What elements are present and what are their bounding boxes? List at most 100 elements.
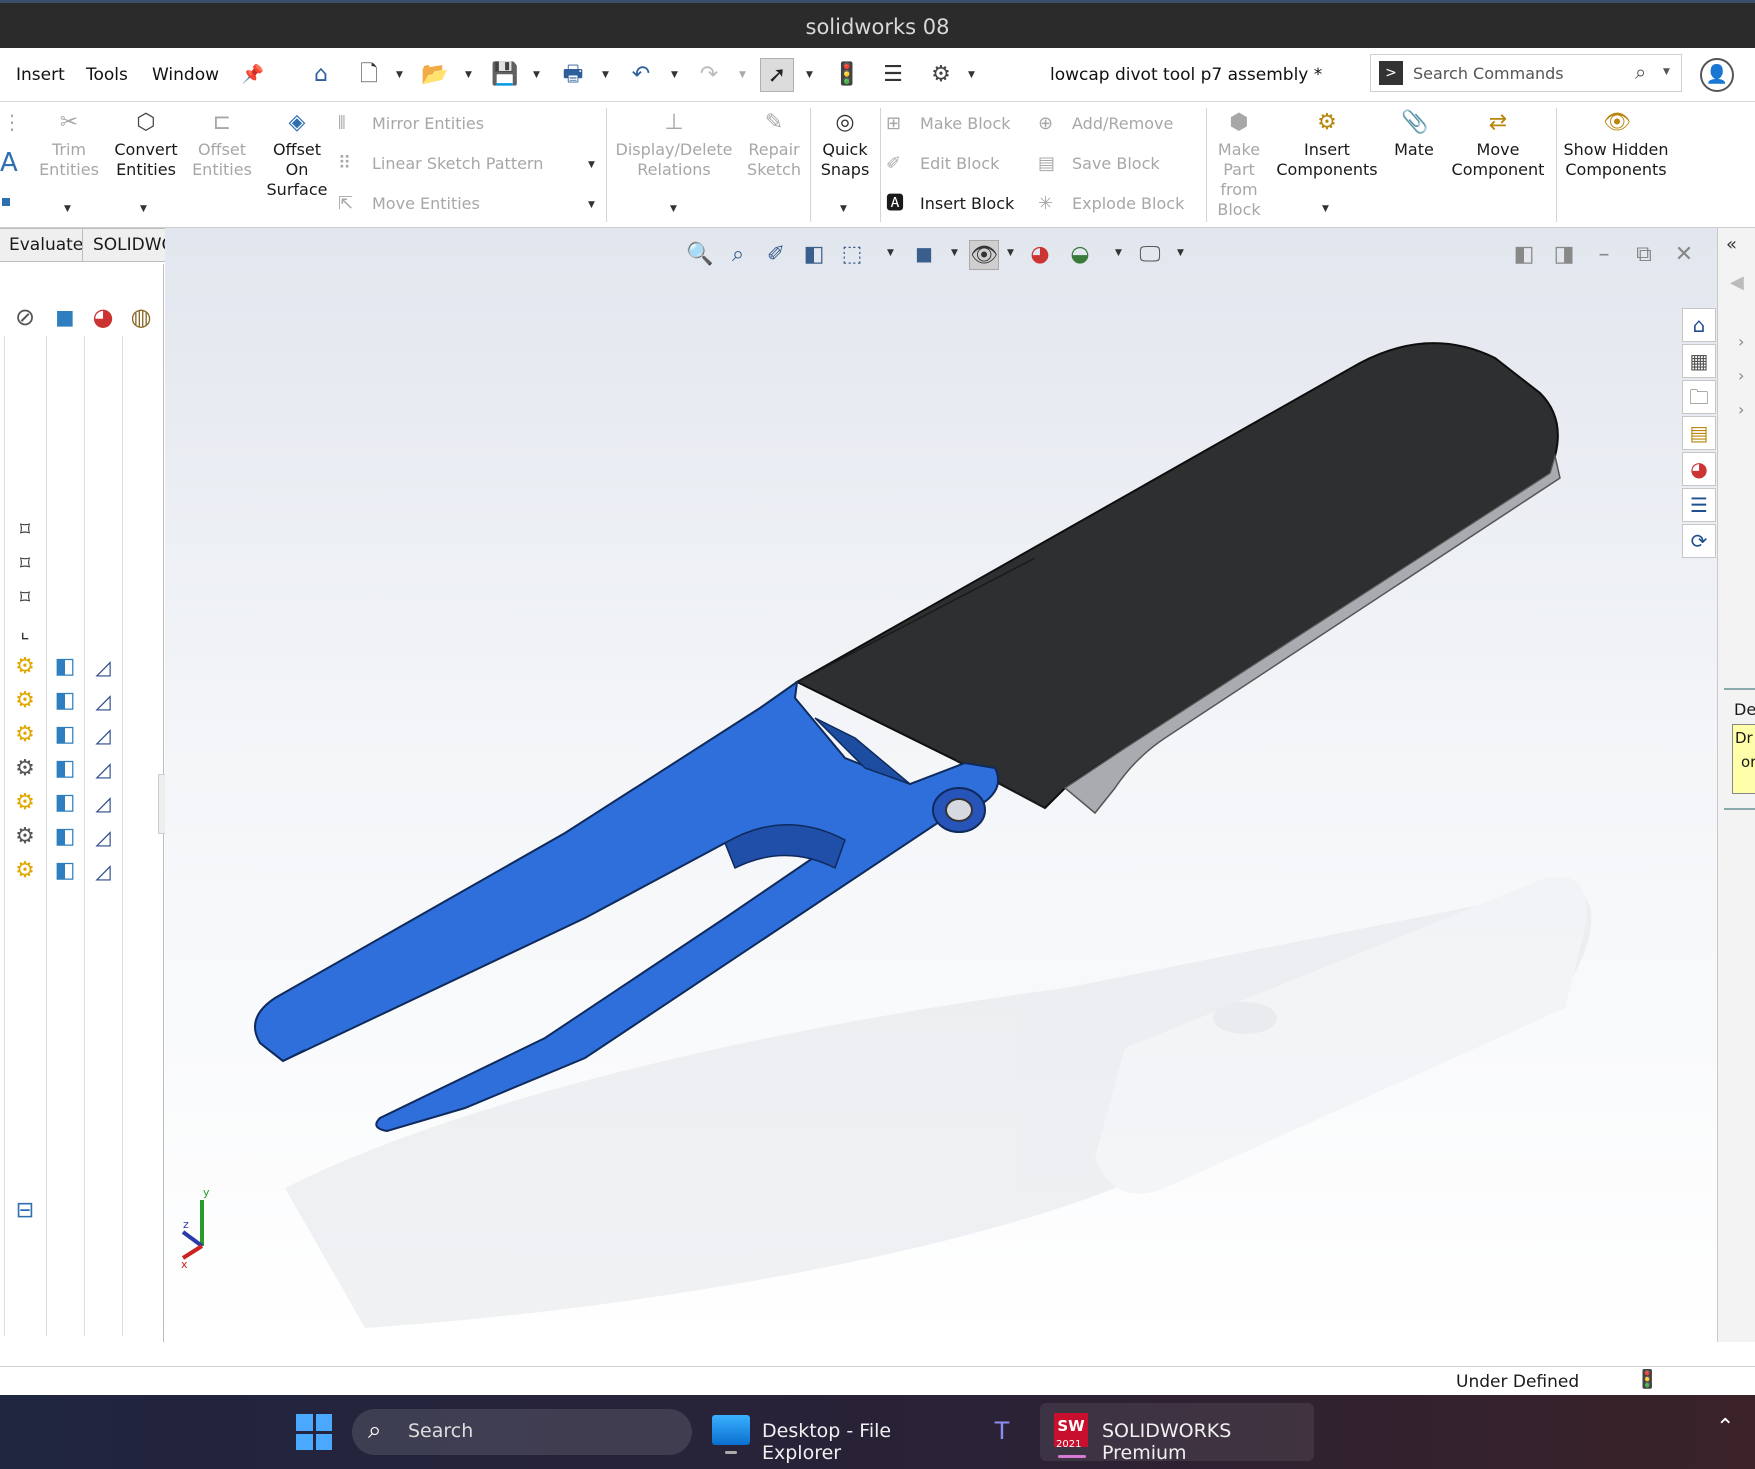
undo-icon[interactable]: ↶ xyxy=(624,58,658,92)
options-dropdown-icon[interactable]: ▼ xyxy=(968,70,975,80)
design-library-icon[interactable]: ▦ xyxy=(1682,344,1716,378)
hide-show-icon[interactable]: ⊘ xyxy=(10,302,40,332)
point-icon[interactable] xyxy=(2,198,10,206)
display-state-icon[interactable]: ◧ xyxy=(50,686,80,716)
origin-icon[interactable]: ⌞ xyxy=(10,616,40,646)
taskbar-app-solidworks[interactable]: SW 2021 SOLIDWORKS Premium xyxy=(1040,1403,1314,1464)
edit-block-button[interactable]: ✐ Edit Block xyxy=(886,152,999,176)
model-divot-tool[interactable] xyxy=(165,228,1717,1342)
insert-block-button[interactable]: 🅰 Insert Block xyxy=(886,192,1014,216)
pin-icon[interactable]: 📌 xyxy=(236,58,270,92)
plane-icon[interactable]: ⌑ xyxy=(10,548,40,578)
redo-icon[interactable]: ↷ xyxy=(692,58,726,92)
display-state-icon[interactable]: ◧ xyxy=(50,754,80,784)
forum-icon[interactable]: ⟳ xyxy=(1682,524,1716,558)
file-explorer-icon[interactable]: 🗀 xyxy=(1682,380,1716,414)
component-icon[interactable]: ⚙ xyxy=(10,720,40,750)
user-account-icon[interactable]: 👤 xyxy=(1700,58,1734,92)
appearance-state-icon[interactable]: ◿ xyxy=(88,720,118,750)
collapse-task-pane-icon[interactable]: « xyxy=(1726,234,1737,255)
save-dropdown-icon[interactable]: ▼ xyxy=(533,70,540,80)
plane-icon[interactable]: ⌑ xyxy=(10,514,40,544)
tab-evaluate[interactable]: Evaluate xyxy=(0,228,95,262)
print-dropdown-icon[interactable]: ▼ xyxy=(602,70,609,80)
options-icon[interactable]: ⚙ xyxy=(924,58,958,92)
print-icon[interactable]: 🖶 xyxy=(556,58,590,92)
component-icon[interactable]: ⚙ xyxy=(10,856,40,886)
trim-entities-button[interactable]: ✂ Trim Entities xyxy=(36,110,102,180)
view-palette-icon[interactable]: ▤ xyxy=(1682,416,1716,450)
convert-dropdown-icon[interactable]: ▼ xyxy=(140,204,147,214)
convert-entities-button[interactable]: ⬡ Convert Entities xyxy=(110,110,182,180)
display-state-icon[interactable]: ◧ xyxy=(50,652,80,682)
new-dropdown-icon[interactable]: ▼ xyxy=(396,70,403,80)
move-component-button[interactable]: ⇄ Move Component xyxy=(1446,110,1550,180)
home-icon[interactable]: ⌂ xyxy=(304,58,338,92)
trim-dropdown-icon[interactable]: ▼ xyxy=(64,204,71,214)
show-hidden-components-button[interactable]: 👁 Show Hidden Components xyxy=(1562,110,1670,180)
offset-on-surface-button[interactable]: ◈ Offset On Surface xyxy=(262,110,332,200)
back-icon[interactable]: ◀ xyxy=(1730,272,1744,293)
save-block-button[interactable]: ▤ Save Block xyxy=(1038,152,1160,176)
display-delete-relations-button[interactable]: ⊥ Display/Delete Relations xyxy=(614,110,734,180)
appearances-icon[interactable]: ◕ xyxy=(1682,452,1716,486)
repair-sketch-button[interactable]: ✎ Repair Sketch xyxy=(742,110,806,180)
mirror-entities-button[interactable]: ⫴ Mirror Entities xyxy=(338,112,484,136)
explode-block-button[interactable]: ✳ Explode Block xyxy=(1038,192,1184,216)
teams-icon[interactable]: T xyxy=(982,1413,1022,1449)
appearance-icon[interactable]: ◕ xyxy=(88,302,118,332)
component-icon[interactable]: ⚙ xyxy=(10,822,40,852)
mate-button[interactable]: 📎 Mate xyxy=(1386,110,1442,160)
task-pane-home-icon[interactable]: ⌂ xyxy=(1682,308,1716,342)
menu-window[interactable]: Window xyxy=(152,65,219,85)
search-icon[interactable]: ⌕ xyxy=(1635,60,1646,84)
pattern-dropdown-icon[interactable]: ▼ xyxy=(588,160,595,170)
redo-dropdown-icon[interactable]: ▼ xyxy=(739,70,746,80)
open-icon[interactable]: 📂 xyxy=(418,58,452,92)
sketch-icon[interactable]: ⋮ xyxy=(2,110,22,134)
relations-dropdown-icon[interactable]: ▼ xyxy=(670,204,677,214)
display-state-icon[interactable]: ◧ xyxy=(50,788,80,818)
move-entities-dropdown-icon[interactable]: ▼ xyxy=(588,200,595,210)
menu-insert[interactable]: Insert xyxy=(16,65,65,85)
mates-folder-icon[interactable]: ⊟ xyxy=(10,1196,40,1226)
display-state-icon[interactable]: ◧ xyxy=(50,822,80,852)
transparency-icon[interactable]: ◍ xyxy=(126,302,156,332)
component-icon[interactable]: ⚙ xyxy=(10,652,40,682)
search-dropdown-icon[interactable]: ▼ xyxy=(1663,67,1670,77)
display-state-icon[interactable]: ◧ xyxy=(50,856,80,886)
windows-start-icon[interactable] xyxy=(296,1414,332,1450)
menu-tools[interactable]: Tools xyxy=(86,65,128,85)
appearance-state-icon[interactable]: ◿ xyxy=(88,822,118,852)
insert-components-dropdown-icon[interactable]: ▼ xyxy=(1322,204,1329,214)
rebuild-icon[interactable]: 🚦 xyxy=(830,58,864,92)
chevron-right-icon[interactable]: › xyxy=(1738,400,1744,419)
plane-icon[interactable]: ⌑ xyxy=(10,582,40,612)
component-icon[interactable]: ⚙ xyxy=(10,788,40,818)
search-commands-input[interactable]: > Search Commands ⌕ ▼ xyxy=(1370,54,1682,92)
chevron-right-icon[interactable]: › xyxy=(1738,366,1744,385)
appearance-state-icon[interactable]: ◿ xyxy=(88,788,118,818)
component-icon[interactable]: ⚙ xyxy=(10,754,40,784)
taskbar-app-file-explorer[interactable]: Desktop - File Explorer xyxy=(708,1409,968,1464)
linear-sketch-pattern-button[interactable]: ⠿ Linear Sketch Pattern xyxy=(338,152,543,176)
save-icon[interactable]: 💾 xyxy=(488,58,522,92)
undo-dropdown-icon[interactable]: ▼ xyxy=(671,70,678,80)
file-properties-icon[interactable]: ☰ xyxy=(876,58,910,92)
appearance-state-icon[interactable]: ◿ xyxy=(88,686,118,716)
component-icon[interactable]: ⚙ xyxy=(10,686,40,716)
text-icon[interactable]: A xyxy=(0,148,18,178)
appearance-state-icon[interactable]: ◿ xyxy=(88,856,118,886)
offset-entities-button[interactable]: ⊏ Offset Entities xyxy=(188,110,256,180)
chevron-right-icon[interactable]: › xyxy=(1738,332,1744,351)
graphics-area[interactable]: 🔍 ⌕ ✐ ◧ ⬚ ▼ ◼ ▼ 👁 ▼ ◕ ◒ ▼ 🖵 ▼ ◧ ◨ – ⧉ ✕ xyxy=(165,228,1717,1342)
open-dropdown-icon[interactable]: ▼ xyxy=(465,70,472,80)
quick-snaps-dropdown-icon[interactable]: ▼ xyxy=(840,204,847,214)
taskbar-search-box[interactable]: ⌕ Search xyxy=(352,1409,692,1455)
select-icon[interactable]: ➚ xyxy=(760,58,794,92)
appearance-state-icon[interactable]: ◿ xyxy=(88,652,118,682)
rebuild-status-icon[interactable]: 🚦 xyxy=(1636,1369,1658,1390)
make-block-button[interactable]: ⊞ Make Block xyxy=(886,112,1011,136)
new-document-icon[interactable]: 🗋 xyxy=(352,58,386,92)
add-remove-button[interactable]: ⊕ Add/Remove xyxy=(1038,112,1173,136)
